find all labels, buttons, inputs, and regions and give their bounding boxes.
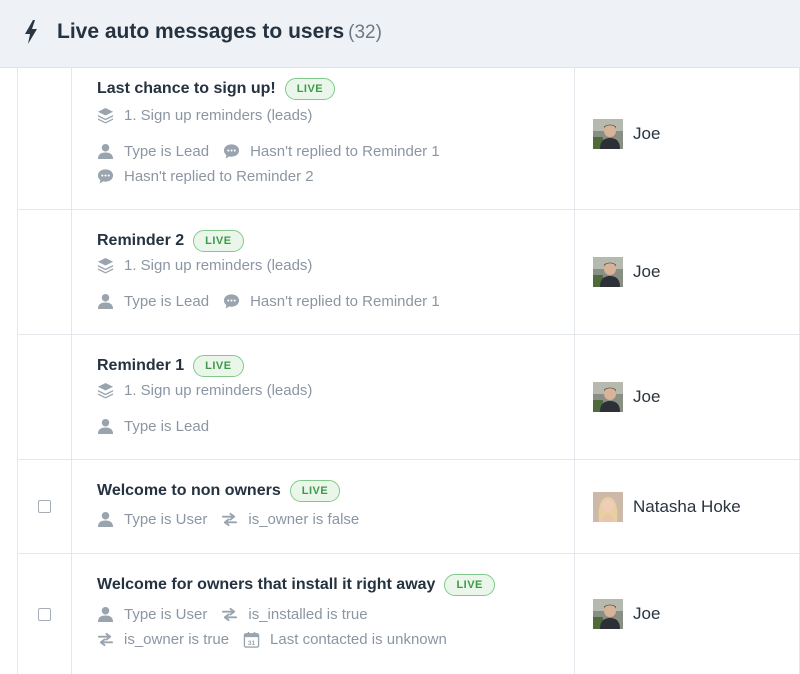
person-icon [97,511,114,528]
checkbox-cell [18,210,72,334]
checkbox-cell [18,335,72,459]
rule-line: Type is Lead Hasn't replied to Reminder … [97,293,454,310]
owner: Joe [593,599,660,629]
rule-replied: Hasn't replied to Reminder 2 [124,168,314,185]
page-title: Live auto messages to users (32) [57,20,382,44]
swap-arrows-icon [97,631,114,648]
owner-cell: Joe [574,210,800,334]
message-count: (32) [348,22,382,43]
message-details: Last chance to sign up! LIVE 1. Sign up … [97,68,573,209]
person-icon [97,418,114,435]
message-details: Welcome to non owners LIVE Type is User … [97,460,573,553]
live-badge: LIVE [193,355,244,377]
rule-type: Type is User [124,511,208,528]
message-title[interactable]: Reminder 2 LIVE [97,230,244,252]
owner-cell: Joe [574,68,800,209]
series-name: 1. Sign up reminders (leads) [124,382,313,399]
live-badge: LIVE [284,78,336,100]
owner: Natasha Hoke [593,492,741,522]
message-title[interactable]: Welcome for owners that install it right… [97,574,495,596]
owner-name: Natasha Hoke [633,497,741,516]
avatar [593,599,623,629]
rule-line: Type is Lead [97,418,223,435]
owner: Joe [593,257,660,287]
avatar [593,257,623,287]
live-badge: LIVE [444,574,495,596]
person-icon [97,606,114,623]
owner-name: Joe [633,604,661,623]
message-details: Reminder 1 LIVE 1. Sign up reminders (le… [97,335,573,459]
rule-line: Hasn't replied to Reminder 2 [97,168,328,185]
row-checkbox[interactable] [38,608,51,621]
owner-cell: Joe [574,335,800,459]
owner-cell: Joe [574,554,800,674]
rule-attribute: is_owner is true [124,631,230,648]
person-icon [97,293,114,310]
owner-name: Joe [633,262,661,281]
rule-type: Type is Lead [124,418,210,435]
message-row[interactable]: Welcome to non owners LIVE Type is User … [18,460,800,554]
rule-line: Type is Lead Hasn't replied to Reminder … [97,143,454,160]
rule-date: Last contacted is unknown [270,631,447,648]
row-checkbox[interactable] [38,500,51,513]
message-title-text[interactable]: Welcome for owners that install it right… [97,576,435,594]
messages-table: Last chance to sign up! LIVE 1. Sign up … [17,68,800,674]
owner-cell: Natasha Hoke [574,460,800,553]
rule-replied: Hasn't replied to Reminder 1 [250,293,440,310]
checkbox-cell [18,68,72,209]
message-row[interactable]: Welcome for owners that install it right… [18,554,800,674]
message-title[interactable]: Reminder 1 LIVE [97,355,244,377]
rule-line: Type is User is_installed is true [97,606,382,623]
owner-name: Joe [633,387,661,406]
live-badge: LIVE [289,480,341,502]
rule-type: Type is User [124,606,208,623]
message-title[interactable]: Welcome to non owners LIVE [97,480,341,502]
swap-arrows-icon [221,511,238,528]
live-badge: LIVE [193,230,244,252]
chat-bubble-icon [223,293,240,310]
rule-type: Type is Lead [124,143,210,160]
rule-replied: Hasn't replied to Reminder 1 [250,143,440,160]
checkbox-cell [18,460,72,553]
lightning-bolt-icon [25,20,37,44]
person-icon [97,143,114,160]
chat-bubble-icon [97,168,114,185]
message-title-text[interactable]: Reminder 2 [97,232,184,250]
layers-stack-icon [97,107,114,124]
message-row[interactable]: Reminder 2 LIVE 1. Sign up reminders (le… [18,210,800,335]
series-line: 1. Sign up reminders (leads) [97,382,326,399]
checkbox-cell [18,554,72,674]
page-header: Live auto messages to users (32) [0,0,800,68]
rule-line: is_owner is true 31 Last contacted is un… [97,631,461,648]
owner-name: Joe [633,124,661,143]
layers-stack-icon [97,382,114,399]
series-name: 1. Sign up reminders (leads) [124,107,313,124]
avatar [593,119,623,149]
swap-arrows-icon [221,606,238,623]
rule-attribute: is_owner is false [248,511,360,528]
message-details: Reminder 2 LIVE 1. Sign up reminders (le… [97,210,573,334]
message-title-text[interactable]: Last chance to sign up! [97,80,276,98]
avatar [593,492,623,522]
layers-stack-icon [97,257,114,274]
series-line: 1. Sign up reminders (leads) [97,107,326,124]
owner: Joe [593,119,660,149]
avatar [593,382,623,412]
chat-bubble-icon [223,143,240,160]
page-title-text: Live auto messages to users [57,20,345,43]
series-name: 1. Sign up reminders (leads) [124,257,313,274]
message-title-text[interactable]: Welcome to non owners [97,482,281,500]
message-title[interactable]: Last chance to sign up! LIVE [97,78,336,100]
message-row[interactable]: Reminder 1 LIVE 1. Sign up reminders (le… [18,335,800,460]
owner: Joe [593,382,660,412]
rule-line: Type is User is_owner is false [97,511,373,528]
calendar-icon: 31 [243,631,260,648]
rule-attribute: is_installed is true [248,606,368,623]
message-details: Welcome for owners that install it right… [97,554,573,674]
message-title-text[interactable]: Reminder 1 [97,357,184,375]
calendar-day: 31 [248,640,256,647]
message-row[interactable]: Last chance to sign up! LIVE 1. Sign up … [18,68,800,210]
series-line: 1. Sign up reminders (leads) [97,257,326,274]
rule-type: Type is Lead [124,293,210,310]
